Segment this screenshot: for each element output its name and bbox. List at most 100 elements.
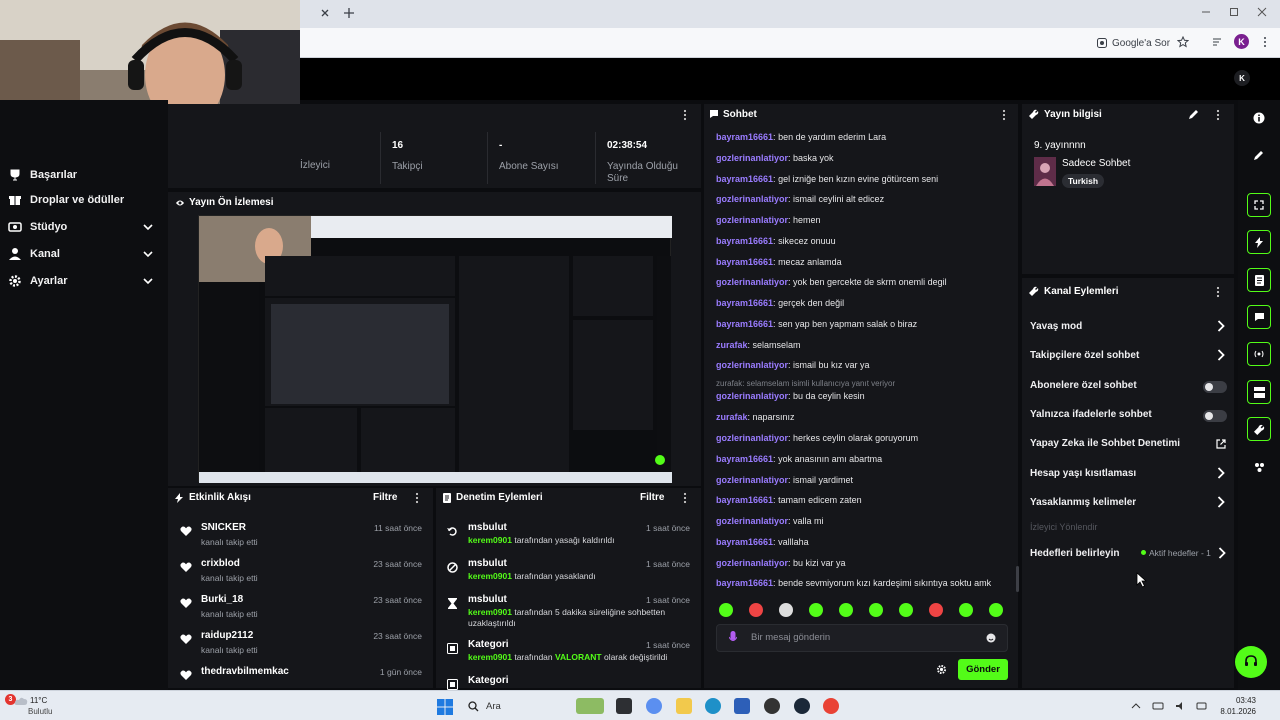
chevron-right-icon[interactable] bbox=[1217, 320, 1225, 332]
chat-username[interactable]: bayram16661 bbox=[716, 319, 773, 329]
chat-message[interactable]: bayram16661: sikecez onuuu bbox=[716, 236, 836, 246]
emote-icon[interactable] bbox=[989, 603, 1003, 617]
channel-action-7[interactable]: İzleyici Yönlendir bbox=[1030, 522, 1097, 532]
chat-message[interactable]: bayram16661: valllaha bbox=[716, 537, 809, 547]
activity-name[interactable]: Burki_18 bbox=[201, 594, 243, 605]
emote-icon[interactable] bbox=[839, 603, 853, 617]
channel-avatar[interactable]: K bbox=[1234, 70, 1250, 86]
weather-desc[interactable]: Bulutlu bbox=[28, 707, 52, 716]
nav-drops[interactable]: Droplar ve ödüller bbox=[0, 187, 168, 213]
search-icon[interactable] bbox=[468, 701, 479, 712]
chat-username[interactable]: zurafak bbox=[716, 340, 748, 350]
chat-username[interactable]: gozlerinanlatiyor bbox=[716, 277, 788, 287]
chat-username[interactable]: gozlerinanlatiyor bbox=[716, 194, 788, 204]
activity-name[interactable]: thedravbilmemkac bbox=[201, 666, 289, 677]
emote-icon[interactable] bbox=[809, 603, 823, 617]
chevron-right-icon[interactable] bbox=[1217, 467, 1225, 479]
chat-username[interactable]: gozlerinanlatiyor bbox=[716, 558, 788, 568]
activity-menu-icon[interactable] bbox=[411, 492, 423, 504]
chat-menu-icon[interactable] bbox=[998, 109, 1010, 121]
toggle-switch[interactable] bbox=[1203, 381, 1227, 393]
clock-date[interactable]: 8.01.2026 bbox=[1210, 707, 1256, 716]
tools-icon[interactable] bbox=[1247, 417, 1271, 441]
apps-icon[interactable] bbox=[1247, 455, 1271, 479]
bolt-rail-icon[interactable] bbox=[1247, 230, 1271, 254]
chat-username[interactable]: bayram16661 bbox=[716, 236, 773, 246]
minimize-icon[interactable] bbox=[1200, 6, 1212, 18]
chat-username[interactable]: gozlerinanlatiyor bbox=[716, 391, 788, 401]
stream-info-menu-icon[interactable] bbox=[1212, 109, 1224, 121]
obs-icon[interactable] bbox=[764, 698, 780, 714]
chat-username[interactable]: gozlerinanlatiyor bbox=[716, 433, 788, 443]
nav-settings[interactable]: Ayarlar bbox=[0, 268, 168, 294]
channel-actions-menu-icon[interactable] bbox=[1212, 286, 1224, 298]
chat-message[interactable]: bayram16661: gel izniğe ben kızın evine … bbox=[716, 174, 938, 184]
send-button[interactable]: Gönder bbox=[958, 659, 1008, 680]
chat-message[interactable]: bayram16661: tamam edicem zaten bbox=[716, 495, 862, 505]
chat-message[interactable]: gozlerinanlatiyor: yok ben gercekte de s… bbox=[716, 277, 947, 287]
chat-username[interactable]: bayram16661 bbox=[716, 298, 773, 308]
channel-action-4[interactable]: Yapay Zeka ile Sohbet Denetimi bbox=[1030, 438, 1180, 449]
moderator-name[interactable]: kerem0901 bbox=[468, 652, 512, 662]
broadcast-icon[interactable] bbox=[1247, 342, 1271, 366]
copilot-icon[interactable] bbox=[646, 698, 662, 714]
store-icon[interactable] bbox=[734, 698, 750, 714]
moderation-target[interactable]: Kategori bbox=[468, 639, 509, 650]
activity-name[interactable]: raidup2112 bbox=[201, 630, 253, 641]
edge-icon[interactable] bbox=[705, 698, 721, 714]
chat-message[interactable]: bayram16661: yok anasının amı abartma bbox=[716, 454, 882, 464]
chat-rail-icon[interactable] bbox=[1247, 305, 1271, 329]
chat-message[interactable]: bayram16661: gerçek den değil bbox=[716, 298, 844, 308]
steam-icon[interactable] bbox=[794, 698, 810, 714]
chat-username[interactable]: bayram16661 bbox=[716, 578, 773, 588]
document-icon[interactable] bbox=[1247, 268, 1271, 292]
moderator-name[interactable]: kerem0901 bbox=[468, 607, 512, 617]
activity-filter-button[interactable]: Filtre bbox=[373, 492, 397, 503]
chat-username[interactable]: zurafak bbox=[716, 412, 748, 422]
windows-start-icon[interactable] bbox=[437, 699, 453, 715]
microphone-icon[interactable] bbox=[729, 631, 737, 644]
tray-volume-icon[interactable] bbox=[1175, 701, 1187, 711]
file-explorer-icon[interactable] bbox=[676, 698, 692, 714]
tray-network-icon[interactable] bbox=[1152, 701, 1164, 711]
chat-username[interactable]: bayram16661 bbox=[716, 495, 773, 505]
chat-message[interactable]: gozlerinanlatiyor: herkes ceylin olarak … bbox=[716, 433, 918, 443]
chat-username[interactable]: bayram16661 bbox=[716, 257, 773, 267]
stats-menu-icon[interactable] bbox=[679, 109, 691, 121]
chat-scrollbar[interactable] bbox=[1016, 566, 1019, 592]
nav-studio[interactable]: Stüdyo bbox=[0, 214, 168, 240]
chat-message[interactable]: gozlerinanlatiyor: bu kizi var ya bbox=[716, 558, 846, 568]
chat-message[interactable]: gozlerinanlatiyor: ismail ceylini alt ed… bbox=[716, 194, 884, 204]
new-tab-icon[interactable] bbox=[342, 6, 356, 20]
chat-username[interactable]: gozlerinanlatiyor bbox=[716, 153, 788, 163]
emote-icon[interactable] bbox=[869, 603, 883, 617]
maximize-icon[interactable] bbox=[1228, 6, 1240, 18]
emote-icon[interactable] bbox=[959, 603, 973, 617]
chat-message[interactable]: zurafak: naparsınız bbox=[716, 412, 795, 422]
moderation-target[interactable]: Kategori bbox=[468, 675, 509, 686]
chat-message[interactable]: zurafak: selamselam bbox=[716, 340, 801, 350]
ask-google-button[interactable]: Google'a Sor bbox=[1096, 36, 1170, 50]
external-link-icon[interactable] bbox=[1216, 439, 1226, 449]
chevron-right-icon[interactable] bbox=[1218, 547, 1226, 559]
taskbar-search[interactable]: Ara bbox=[486, 701, 501, 712]
tray-battery-icon[interactable] bbox=[1196, 701, 1208, 711]
chat-message[interactable]: gozlerinanlatiyor: baska yok bbox=[716, 153, 834, 163]
task-view-icon[interactable] bbox=[616, 698, 632, 714]
support-icon[interactable] bbox=[1235, 646, 1267, 678]
chat-username[interactable]: bayram16661 bbox=[716, 537, 773, 547]
nav-channel[interactable]: Kanal bbox=[0, 241, 168, 267]
chat-username[interactable]: gozlerinanlatiyor bbox=[716, 215, 788, 225]
moderator-name[interactable]: kerem0901 bbox=[468, 535, 512, 545]
chat-settings-gear-icon[interactable] bbox=[936, 664, 947, 675]
emote-icon[interactable] bbox=[749, 603, 763, 617]
chat-username[interactable]: bayram16661 bbox=[716, 132, 773, 142]
tray-chevron-icon[interactable] bbox=[1131, 702, 1141, 710]
browser-menu-icon[interactable] bbox=[1262, 36, 1268, 48]
channel-action-1[interactable]: Takipçilere özel sohbet bbox=[1030, 350, 1139, 361]
info-icon[interactable] bbox=[1247, 106, 1271, 130]
chat-message[interactable]: bayram16661: bende sevmiyorum kızı karde… bbox=[716, 578, 991, 588]
emote-icon[interactable] bbox=[719, 603, 733, 617]
expand-icon[interactable] bbox=[1247, 193, 1271, 217]
moderation-target[interactable]: msbulut bbox=[468, 522, 507, 533]
